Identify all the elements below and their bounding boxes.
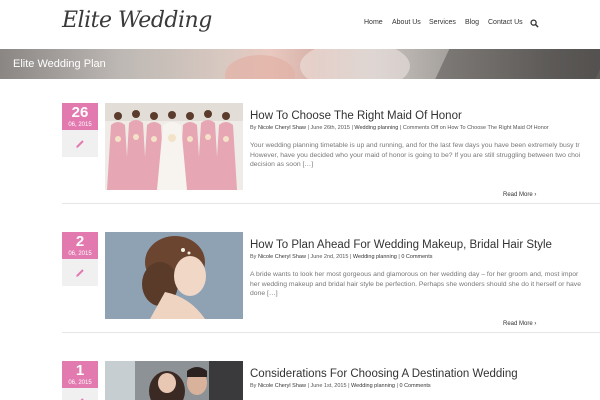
bride-hairstyle-image bbox=[105, 232, 243, 319]
post-date-badge: 1 06, 2015 bbox=[62, 361, 98, 388]
post-date-badge: 2 06, 2015 bbox=[62, 232, 98, 259]
excerpt-line: decision as soon […] bbox=[250, 161, 314, 168]
page-title: Elite Wedding Plan bbox=[13, 58, 106, 70]
meta-author-link[interactable]: Nicole Cheryl Shaw bbox=[258, 125, 306, 131]
pencil-icon bbox=[76, 269, 84, 277]
post-format-box[interactable] bbox=[62, 259, 98, 286]
excerpt-line: A bride wants to look her most gorgeous … bbox=[250, 271, 579, 278]
meta-category-link[interactable]: Wedding planning bbox=[354, 125, 398, 131]
post-excerpt: Your wedding planning timetable is up an… bbox=[250, 141, 600, 170]
post-format-box[interactable] bbox=[62, 388, 98, 400]
meta-separator: | bbox=[307, 125, 309, 131]
post-thumbnail[interactable] bbox=[105, 361, 243, 400]
nav-item-contact-us[interactable]: Contact Us bbox=[488, 19, 523, 26]
post-meta: By Nicole Cheryl Shaw | June 2nd, 2015 |… bbox=[250, 254, 433, 260]
meta-category-link[interactable]: Wedding planning bbox=[353, 254, 397, 260]
bridesmaids-image bbox=[105, 103, 243, 190]
chevron-right-icon: › bbox=[534, 321, 537, 327]
chevron-right-icon: › bbox=[534, 192, 537, 198]
post-title[interactable]: How To Choose The Right Maid Of Honor bbox=[250, 110, 462, 122]
banner-image-shape bbox=[225, 55, 295, 79]
meta-date: June 2nd, 2015 bbox=[310, 254, 349, 260]
post-title[interactable]: How To Plan Ahead For Wedding Makeup, Br… bbox=[250, 239, 552, 251]
read-more-label: Read More bbox=[503, 192, 533, 198]
meta-separator: | bbox=[349, 254, 352, 260]
meta-date: June 1st, 2015 bbox=[310, 383, 347, 389]
meta-category-link[interactable]: Wedding planning bbox=[351, 383, 395, 389]
meta-by: By bbox=[250, 125, 257, 131]
post-thumbnail[interactable] bbox=[105, 103, 243, 190]
post-divider bbox=[62, 203, 600, 204]
post-divider bbox=[62, 332, 600, 333]
excerpt-line: However, have you decided who your maid … bbox=[250, 151, 581, 159]
meta-separator: | bbox=[396, 383, 398, 389]
read-more-link[interactable]: Read More › bbox=[503, 192, 536, 198]
nav-item-services[interactable]: Services bbox=[429, 19, 456, 26]
meta-separator: | bbox=[348, 383, 350, 389]
meta-author-link[interactable]: Nicole Cheryl Shaw bbox=[258, 383, 306, 389]
meta-separator: | bbox=[398, 254, 400, 260]
meta-separator: | bbox=[399, 125, 402, 131]
post-meta: By Nicole Cheryl Shaw | June 1st, 2015 |… bbox=[250, 383, 431, 389]
post-date-month: 06, 2015 bbox=[68, 380, 92, 386]
banner-image-shape bbox=[300, 49, 410, 79]
excerpt-line: her wedding makeup and bridal hair style… bbox=[250, 280, 581, 288]
meta-separator: | bbox=[307, 254, 309, 260]
meta-comments-link[interactable]: 0 Comments bbox=[401, 254, 432, 260]
banner-image-shape bbox=[426, 49, 600, 79]
post-date-day: 2 bbox=[75, 233, 85, 250]
meta-comments-link[interactable]: 0 Comments bbox=[399, 383, 430, 389]
read-more-link[interactable]: Read More › bbox=[503, 321, 536, 327]
destination-couple-image bbox=[105, 361, 243, 400]
post-thumbnail[interactable] bbox=[105, 232, 243, 319]
post-title[interactable]: Considerations For Choosing A Destinatio… bbox=[250, 368, 518, 380]
meta-date: June 26th, 2015 bbox=[310, 125, 350, 131]
post-date-day: 1 bbox=[75, 362, 85, 379]
read-more-label: Read More bbox=[503, 321, 533, 327]
post-meta: By Nicole Cheryl Shaw | June 26th, 2015 … bbox=[250, 125, 549, 131]
post-date-month: 06, 2015 bbox=[68, 122, 92, 128]
post-date-day: 26 bbox=[71, 104, 89, 121]
meta-by: By bbox=[250, 254, 257, 260]
excerpt-line: Your wedding planning timetable is up an… bbox=[250, 142, 580, 149]
site-header: Elite Wedding Home About Us Services Blo… bbox=[0, 0, 600, 49]
post-date-month: 06, 2015 bbox=[68, 251, 92, 257]
search-icon[interactable] bbox=[530, 19, 539, 28]
nav-item-blog[interactable]: Blog bbox=[465, 19, 479, 26]
nav-item-home[interactable]: Home bbox=[364, 19, 383, 26]
post-format-box[interactable] bbox=[62, 130, 98, 157]
post-date-badge: 26 06, 2015 bbox=[62, 103, 98, 130]
post-excerpt: A bride wants to look her most gorgeous … bbox=[250, 270, 600, 299]
excerpt-line: done […] bbox=[250, 290, 278, 297]
meta-author-link[interactable]: Nicole Cheryl Shaw bbox=[258, 254, 306, 260]
meta-comments: Comments Off on How To Choose The Right … bbox=[402, 125, 549, 131]
nav-item-about-us[interactable]: About Us bbox=[392, 19, 421, 26]
meta-separator: | bbox=[351, 125, 353, 131]
pencil-icon bbox=[76, 140, 84, 148]
meta-by: By bbox=[250, 383, 257, 389]
meta-separator: | bbox=[307, 383, 309, 389]
main-nav: Home About Us Services Blog Contact Us bbox=[0, 19, 600, 33]
